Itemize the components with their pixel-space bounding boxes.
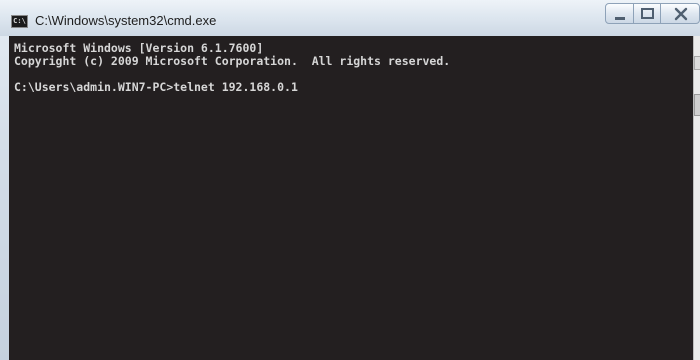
close-button[interactable] (660, 3, 700, 24)
console-output[interactable]: Microsoft Windows [Version 6.1.7600] Cop… (9, 36, 693, 360)
vertical-scrollbar[interactable] (693, 36, 700, 360)
scroll-thumb[interactable] (694, 94, 700, 116)
minimize-button[interactable] (605, 3, 634, 24)
console-prompt-line: C:\Users\admin.WIN7-PC>telnet 192.168.0.… (14, 80, 298, 94)
cmd-icon[interactable]: C:\ (11, 15, 28, 28)
maximize-button[interactable] (633, 3, 661, 24)
maximize-icon (641, 8, 654, 19)
minimize-icon (615, 17, 625, 20)
console-line: Copyright (c) 2009 Microsoft Corporation… (14, 54, 451, 68)
window-title: C:\Windows\system32\cmd.exe (35, 13, 217, 28)
cmd-window: C:\ C:\Windows\system32\cmd.exe Microsof… (0, 0, 700, 360)
title-bar[interactable]: C:\ C:\Windows\system32\cmd.exe (0, 0, 700, 36)
close-icon (674, 7, 688, 21)
scroll-up-button[interactable] (694, 56, 700, 70)
